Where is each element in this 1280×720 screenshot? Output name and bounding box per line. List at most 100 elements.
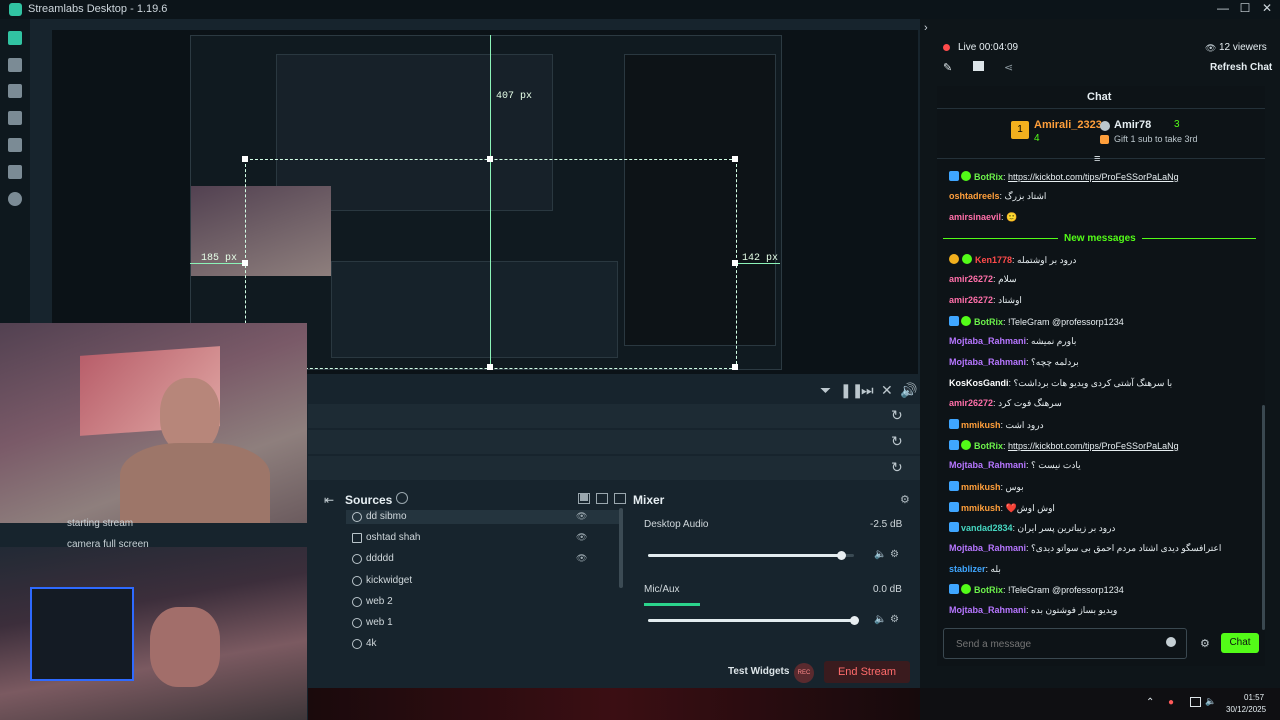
end-stream-button[interactable]: End Stream	[824, 661, 910, 683]
resize-handle[interactable]	[732, 260, 738, 266]
chat-username[interactable]: oshtadreels	[949, 191, 1000, 201]
volume-tray-icon[interactable]: 🔈	[1205, 696, 1216, 707]
webcam-1	[0, 323, 307, 523]
source-item[interactable]: dd sibmo	[366, 511, 407, 522]
resize-handle[interactable]	[732, 156, 738, 162]
filter-icon[interactable]: ⏷	[820, 382, 831, 399]
pin-icon[interactable]: ≡	[1094, 153, 1100, 165]
chat-username[interactable]: Mojtaba_Rahmani	[949, 460, 1026, 470]
pause-icon[interactable]: ❚❚	[840, 382, 863, 399]
store-icon[interactable]	[8, 138, 22, 152]
themes-icon[interactable]	[8, 111, 22, 125]
skip-icon[interactable]: ⏭	[861, 382, 874, 399]
send-chat-button[interactable]: Chat	[1221, 633, 1259, 653]
selection-box[interactable]	[245, 159, 737, 369]
chat-username[interactable]: Mojtaba_Rahmani	[949, 543, 1026, 553]
filter-source-icon[interactable]	[596, 493, 608, 504]
mute-icon[interactable]: ✕	[881, 382, 893, 399]
leader2-name[interactable]: Amir78	[1114, 119, 1151, 131]
source-item[interactable]: kickwidget	[366, 575, 412, 586]
folder-icon[interactable]	[973, 61, 984, 71]
chat-username[interactable]: amir26272	[949, 274, 993, 284]
chat-username[interactable]: BotRix	[974, 172, 1003, 182]
mic-icon[interactable]: ●	[1168, 697, 1174, 708]
source-item[interactable]: oshtad shah	[366, 532, 421, 543]
refresh-icon[interactable]: ↻	[891, 459, 903, 476]
close-button[interactable]: ✕	[1257, 1, 1277, 15]
refresh-icon[interactable]: ↻	[891, 433, 903, 450]
gear-icon[interactable]: ⚙	[890, 614, 899, 625]
chat-username[interactable]: Mojtaba_Rahmani	[949, 336, 1026, 346]
scene-row[interactable]: ↻	[308, 404, 920, 428]
speaker-icon[interactable]: 🔈	[874, 549, 886, 560]
chat-username[interactable]: KosKosGandi	[949, 378, 1009, 388]
visibility-icon[interactable]: 👁	[576, 553, 587, 564]
scene-row[interactable]: ↻	[308, 456, 920, 480]
test-widgets-button[interactable]: Test Widgets	[728, 666, 789, 677]
resize-handle[interactable]	[487, 156, 493, 162]
chat-username[interactable]: BotRix	[974, 317, 1003, 327]
source-folder-icon[interactable]	[614, 493, 626, 504]
add-source-icon[interactable]	[396, 492, 408, 504]
chat-username[interactable]: mmikush	[961, 420, 1001, 430]
chat-username[interactable]: Mojtaba_Rahmani	[949, 605, 1026, 615]
resize-handle[interactable]	[242, 156, 248, 162]
refresh-icon[interactable]: ↻	[891, 407, 903, 424]
refresh-chat-button[interactable]: Refresh Chat	[1210, 62, 1272, 73]
dashboard-icon[interactable]	[8, 58, 22, 72]
chat-username[interactable]: Ken1778	[975, 255, 1012, 265]
gear-icon[interactable]: ⚙	[890, 549, 899, 560]
chat-username[interactable]: Mojtaba_Rahmani	[949, 357, 1026, 367]
source-item[interactable]: ddddd	[366, 553, 394, 564]
resize-handle[interactable]	[487, 364, 493, 370]
chat-scrollbar[interactable]	[1262, 405, 1265, 630]
share-icon[interactable]: ⋖	[1004, 61, 1013, 74]
scene-row[interactable]: ↻	[308, 430, 920, 454]
chat-username[interactable]: mmikush	[961, 482, 1001, 492]
chat-settings-icon[interactable]: ⚙	[1200, 637, 1210, 650]
volume-icon[interactable]: 🔊	[900, 382, 917, 399]
editor-icon[interactable]	[8, 31, 22, 45]
chat-input[interactable]	[954, 636, 1158, 652]
slider-knob[interactable]	[850, 616, 859, 625]
chat-link[interactable]: https://kickbot.com/tips/ProFeSSorPaLaNg	[1008, 172, 1179, 182]
mixer-settings-icon[interactable]: ⚙	[900, 493, 910, 506]
leader1-name[interactable]: Amirali_2323	[1034, 119, 1102, 131]
sources-scrollbar[interactable]	[619, 508, 623, 588]
resize-handle[interactable]	[242, 260, 248, 266]
visibility-icon[interactable]: 👁	[576, 511, 587, 522]
chat-username[interactable]: vandad2834	[961, 523, 1013, 533]
resize-handle[interactable]	[732, 364, 738, 370]
emoji-icon[interactable]	[1166, 637, 1176, 647]
chat-username[interactable]: amir26272	[949, 295, 993, 305]
scene-item[interactable]: starting stream	[67, 518, 133, 529]
mixer-toggle-icon[interactable]	[580, 493, 588, 501]
rec-button[interactable]: REC	[794, 663, 814, 683]
maximize-button[interactable]: ☐	[1235, 1, 1255, 15]
highlighter-icon[interactable]	[8, 165, 22, 179]
chat-username[interactable]: BotRix	[974, 441, 1003, 451]
collapse-chat-icon[interactable]: ›	[924, 22, 928, 34]
source-item[interactable]: web 1	[366, 617, 393, 628]
chat-username[interactable]: amir26272	[949, 398, 993, 408]
chat-username[interactable]: amirsinaevil	[949, 212, 1001, 222]
speaker-icon[interactable]: 🔈	[874, 614, 886, 625]
slider-knob[interactable]	[837, 551, 846, 560]
edit-icon[interactable]: ✎	[943, 61, 952, 74]
chat-link[interactable]: https://kickbot.com/tips/ProFeSSorPaLaNg	[1008, 441, 1179, 451]
tray-chevron-icon[interactable]: ⌃	[1146, 697, 1154, 708]
chat-username[interactable]: stablizer	[949, 564, 986, 574]
recording-icon[interactable]	[8, 192, 22, 206]
chat-input-box[interactable]	[943, 628, 1187, 659]
source-item[interactable]: 4k	[366, 638, 377, 649]
chat-username[interactable]: mmikush	[961, 503, 1001, 513]
desktop-audio-slider[interactable]	[648, 554, 854, 557]
network-icon[interactable]	[1190, 697, 1201, 707]
mic-aux-slider[interactable]	[648, 619, 858, 622]
source-item[interactable]: web 2	[366, 596, 393, 607]
layout-icon[interactable]	[8, 84, 22, 98]
visibility-icon[interactable]: 👁	[576, 532, 587, 543]
chat-username[interactable]: BotRix	[974, 585, 1003, 595]
minimize-button[interactable]: —	[1213, 1, 1233, 15]
sources-collapse-icon[interactable]: ⇤	[324, 493, 334, 507]
